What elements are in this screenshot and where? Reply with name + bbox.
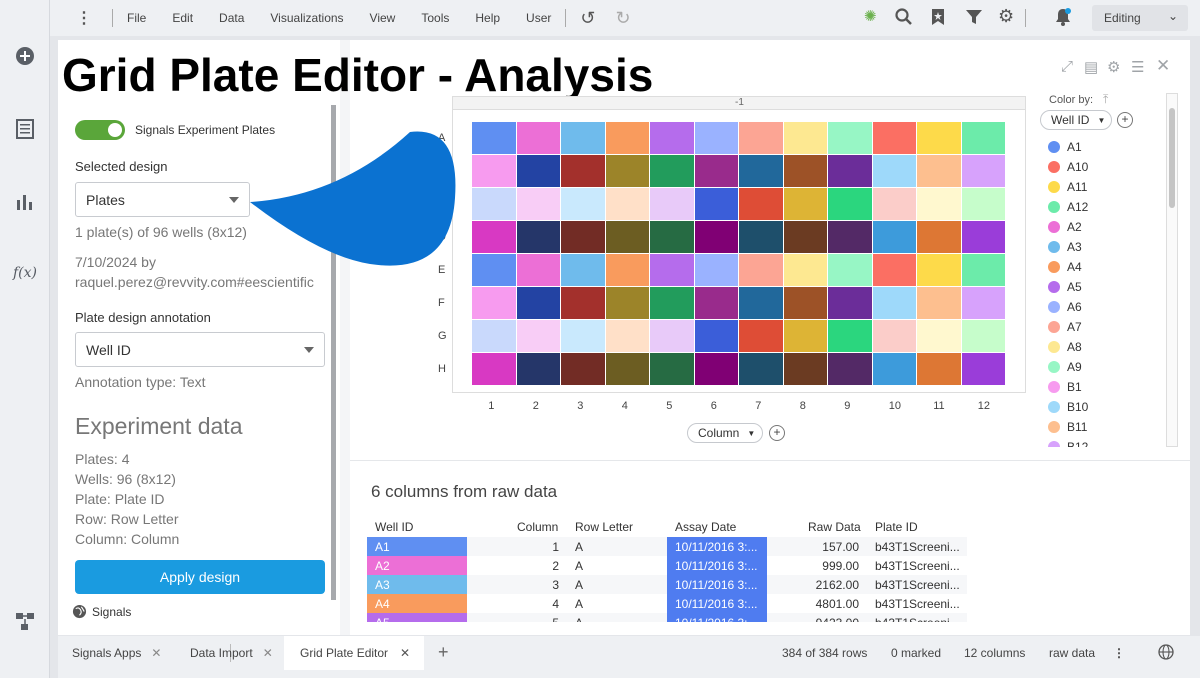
- cell-raw-data[interactable]: 4801.00: [767, 594, 867, 613]
- cell-well-id[interactable]: A1: [367, 537, 467, 556]
- more-vertical-icon[interactable]: ⋮: [1113, 646, 1125, 660]
- tab-label: Signals Apps: [72, 646, 142, 660]
- cell-plate-id[interactable]: b43T1Screeni...: [867, 537, 967, 556]
- cell-plate-id[interactable]: b43T1Screeni...: [867, 575, 967, 594]
- tab-label: Data Import: [190, 646, 253, 660]
- cell-column[interactable]: 1: [467, 537, 567, 556]
- close-tab-icon[interactable]: ✕: [263, 646, 273, 660]
- cell-column[interactable]: 3: [467, 575, 567, 594]
- cell-plate-id[interactable]: b43T1Screeni...: [867, 594, 967, 613]
- cell-raw-data[interactable]: 2162.00: [767, 575, 867, 594]
- cell-column[interactable]: 2: [467, 556, 567, 575]
- cell-assay-date[interactable]: 10/11/2016 3:...: [667, 537, 767, 556]
- cell-plate-id[interactable]: b43T1Screeni...: [867, 556, 967, 575]
- tab-label: Grid Plate Editor: [300, 646, 389, 660]
- tab-signals-apps[interactable]: Signals Apps ✕: [58, 636, 175, 670]
- cell-column[interactable]: 4: [467, 594, 567, 613]
- cell-well-id[interactable]: A2: [367, 556, 467, 575]
- cell-column[interactable]: 5: [467, 613, 567, 622]
- columns-count: 12 columns: [964, 646, 1026, 660]
- table-body: A1 1 A 10/11/2016 3:... 157.00 b43T1Screeni..…: [0, 0, 1200, 622]
- cell-row-letter[interactable]: A: [567, 594, 667, 613]
- tab-data-import[interactable]: Data Import ✕: [176, 636, 287, 670]
- cell-assay-date[interactable]: 10/11/2016 3:...: [667, 575, 767, 594]
- data-table-name[interactable]: raw data: [1049, 646, 1095, 660]
- cell-assay-date[interactable]: 10/11/2016 3:...: [667, 594, 767, 613]
- cell-well-id[interactable]: A4: [367, 594, 467, 613]
- cell-assay-date[interactable]: 10/11/2016 3:...: [667, 556, 767, 575]
- cell-row-letter[interactable]: A: [567, 537, 667, 556]
- close-tab-icon[interactable]: ✕: [400, 646, 410, 660]
- bottom-tab-bar: Signals Apps ✕ Data Import ✕ Grid Plate Ed…: [58, 636, 1200, 678]
- cell-plate-id[interactable]: b43T1Screeni...: [867, 613, 967, 622]
- cell-raw-data[interactable]: 157.00: [767, 537, 867, 556]
- add-tab-icon[interactable]: +: [438, 642, 449, 663]
- rows-count: 384 of 384 rows: [782, 646, 868, 660]
- cell-well-id[interactable]: A3: [367, 575, 467, 594]
- cell-raw-data[interactable]: 9423.00: [767, 613, 867, 622]
- marked-count[interactable]: 0 marked: [891, 646, 941, 660]
- close-tab-icon[interactable]: ✕: [151, 646, 161, 660]
- tab-grid-plate-editor[interactable]: Grid Plate Editor ✕: [284, 636, 425, 670]
- cell-row-letter[interactable]: A: [567, 575, 667, 594]
- cell-row-letter[interactable]: A: [567, 613, 667, 622]
- cell-row-letter[interactable]: A: [567, 556, 667, 575]
- language-globe-icon[interactable]: [1158, 644, 1174, 663]
- cell-well-id[interactable]: A5: [367, 613, 467, 622]
- cell-assay-date[interactable]: 10/11/2016 3:...: [667, 613, 767, 622]
- cell-raw-data[interactable]: 999.00: [767, 556, 867, 575]
